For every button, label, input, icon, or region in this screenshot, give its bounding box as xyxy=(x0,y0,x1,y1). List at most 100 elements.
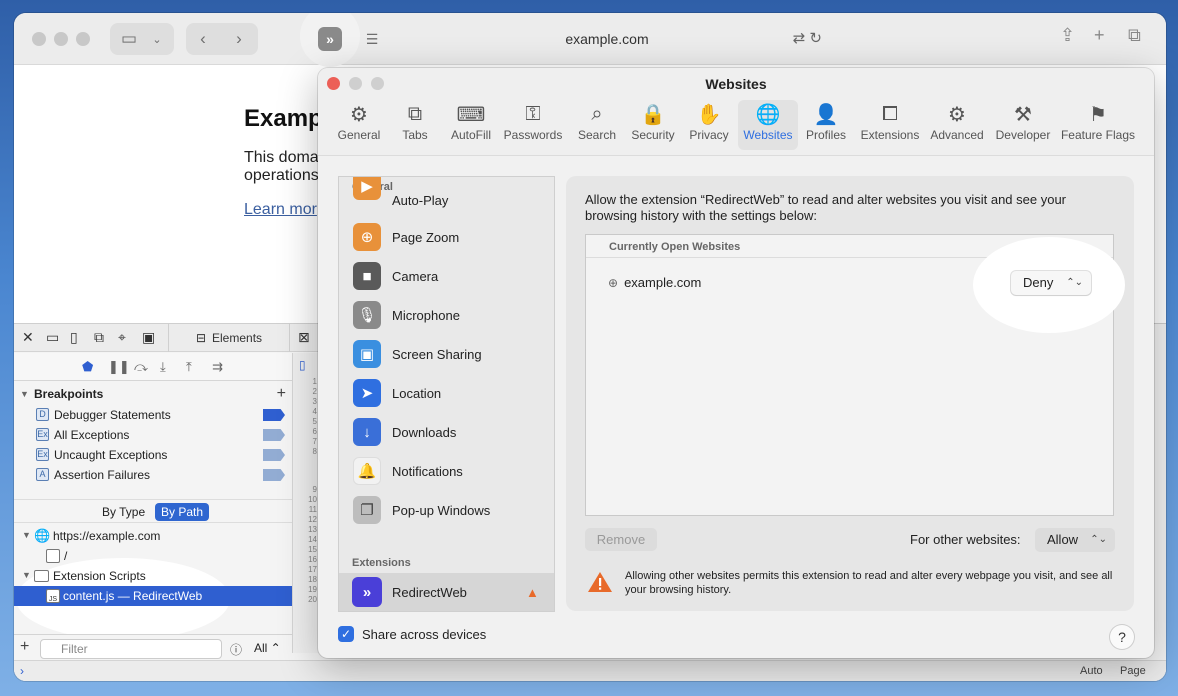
close-window-button[interactable] xyxy=(32,32,46,46)
step-icon[interactable]: ⇉ xyxy=(212,359,223,375)
add-icon[interactable]: + xyxy=(20,638,29,656)
zoom-window-button[interactable] xyxy=(76,32,90,46)
help-button[interactable]: ? xyxy=(1110,625,1134,649)
breakpoint-flag-icon[interactable] xyxy=(263,409,285,421)
html-file-icon xyxy=(46,549,60,563)
tree-item-extension-scripts[interactable]: ▼ Extension Scripts xyxy=(14,566,292,586)
add-breakpoint-icon[interactable]: + xyxy=(277,383,286,405)
list-item-camera[interactable]: ■ Camera xyxy=(339,257,554,296)
breakpoint-row[interactable]: Ex All Exceptions xyxy=(14,425,292,445)
breakpoint-row[interactable]: A Assertion Failures xyxy=(14,465,292,485)
sidebar-icon[interactable]: ▭ xyxy=(118,25,140,53)
tab-privacy[interactable]: ✋ Privacy xyxy=(686,100,732,150)
tab-search[interactable]: ⌕ Search xyxy=(574,100,620,150)
breakpoint-badge: Ex xyxy=(36,428,49,441)
settings-window: Websites ⚙ General ⧉ Tabs ⌨ AutoFill ⚿ Passw… xyxy=(318,68,1154,658)
chevron-down-icon[interactable]: ⌄ xyxy=(148,25,166,53)
tab-label: Advanced xyxy=(930,128,984,142)
tab-developer[interactable]: ⚒ Developer xyxy=(994,100,1052,150)
address-bar[interactable]: example.com ⇄ ↻ xyxy=(392,23,822,55)
tab-extensions[interactable]: ⧠ Extensions xyxy=(860,100,920,150)
debugger-controls: ⬟ ❚❚ ⤼ ⤓ ⤒ ⇉ xyxy=(14,353,292,381)
minimize-window-button[interactable] xyxy=(54,32,68,46)
breakpoint-row[interactable]: D Debugger Statements xyxy=(14,405,292,425)
popup-icon: ❐ xyxy=(353,496,381,524)
list-item-page-zoom[interactable]: ⊕ Page Zoom xyxy=(339,218,554,257)
list-item-notifications[interactable]: 🔔 Notifications xyxy=(339,452,554,491)
list-item-downloads[interactable]: ↓ Downloads xyxy=(339,413,554,452)
breakpoint-label: Assertion Failures xyxy=(54,468,151,482)
screen-sharing-icon: ▣ xyxy=(353,340,381,368)
list-item-label: Auto-Play xyxy=(392,193,449,208)
tab-websites[interactable]: 🌐 Websites xyxy=(738,100,798,150)
breakpoints-header[interactable]: ▼ Breakpoints + xyxy=(14,383,292,405)
tab-advanced[interactable]: ⚙ Advanced xyxy=(930,100,984,150)
tab-autofill[interactable]: ⌨ AutoFill xyxy=(446,100,496,150)
breakpoint-toggle-icon[interactable]: ⬟ xyxy=(82,359,93,375)
scope-select[interactable]: All ⌃ xyxy=(254,641,281,655)
step-into-icon[interactable]: ⤓ xyxy=(160,359,166,375)
step-out-icon[interactable]: ⤒ xyxy=(186,359,192,375)
breakpoint-flag-icon[interactable] xyxy=(263,429,285,441)
list-item-label: Camera xyxy=(392,269,439,284)
list-item-location[interactable]: ➤ Location xyxy=(339,374,554,413)
remove-button[interactable]: Remove xyxy=(585,528,657,551)
settings-title: Websites xyxy=(705,76,767,92)
tab-feature-flags[interactable]: ⚑ Feature Flags xyxy=(1060,100,1136,150)
detach-icon[interactable]: ⧉ xyxy=(94,329,104,346)
tab-passwords[interactable]: ⚿ Passwords xyxy=(502,100,564,150)
tab-tabs[interactable]: ⧉ Tabs xyxy=(394,100,436,150)
list-item-auto-play[interactable]: ▶ Auto-Play xyxy=(339,177,554,214)
dock-bottom-icon[interactable]: ▭ xyxy=(46,329,59,346)
tab-elements[interactable]: ⊟ Elements xyxy=(168,324,290,352)
new-tab-icon[interactable]: + xyxy=(1094,25,1105,46)
filter-input[interactable]: Filter xyxy=(40,639,222,659)
translate-icon[interactable]: ⇄ ↻ xyxy=(793,29,822,47)
redirectweb-extension-button[interactable]: » xyxy=(318,27,342,51)
filter-bar: + Filter ⓘ All ⌃ xyxy=(14,634,292,662)
console-icon[interactable]: ⊠ xyxy=(298,329,310,346)
tab-overview-icon[interactable]: ⧉ xyxy=(1128,25,1141,46)
tab-security[interactable]: 🔒 Security xyxy=(628,100,678,150)
forward-icon[interactable]: › xyxy=(228,25,250,53)
other-websites-select[interactable]: Allow ⌃⌄ xyxy=(1035,528,1115,552)
breakpoint-label: Debugger Statements xyxy=(54,408,171,422)
globe-icon: ⊕ xyxy=(608,275,619,290)
table-row[interactable]: ⊕ example.com xyxy=(608,275,701,290)
console-prompt-icon[interactable]: › xyxy=(20,664,24,678)
list-item-microphone[interactable]: 🎙 Microphone xyxy=(339,296,554,335)
breakpoint-flag-icon[interactable] xyxy=(263,469,285,481)
hand-icon: ✋ xyxy=(696,103,722,126)
navigator-icon[interactable]: ▯ xyxy=(293,353,320,377)
tab-general[interactable]: ⚙ General xyxy=(332,100,386,150)
info-icon[interactable]: ⓘ xyxy=(230,641,242,658)
bell-icon: 🔔 xyxy=(353,457,381,485)
crosshair-icon[interactable]: ⌖ xyxy=(118,329,126,346)
step-over-icon[interactable]: ⤼ xyxy=(134,359,148,375)
pause-icon[interactable]: ❚❚ xyxy=(108,359,130,375)
breakpoint-row[interactable]: Ex Uncaught Exceptions xyxy=(14,445,292,465)
reader-icon[interactable]: ☰ xyxy=(362,25,382,53)
share-icon[interactable]: ⇪ xyxy=(1060,25,1075,46)
share-checkbox[interactable]: ✓ xyxy=(338,626,354,642)
share-across-devices[interactable]: ✓ Share across devices xyxy=(338,626,486,642)
breakpoint-flag-icon[interactable] xyxy=(263,449,285,461)
back-icon[interactable]: ‹ xyxy=(192,25,214,53)
learn-more-link[interactable]: Learn mor xyxy=(244,201,324,219)
tools-icon: ⚒ xyxy=(1014,103,1032,126)
list-item-redirectweb[interactable]: » RedirectWeb ▲ xyxy=(339,573,554,611)
list-item-popup-windows[interactable]: ❐ Pop-up Windows xyxy=(339,491,554,530)
dock-side-icon[interactable]: ▯ xyxy=(70,329,78,346)
tree-item-origin[interactable]: ▼ 🌐 https://example.com xyxy=(14,526,292,546)
redirectweb-icon: » xyxy=(352,577,382,607)
list-item-label: Page Zoom xyxy=(392,230,460,245)
site-permission-select[interactable]: Deny ⌃⌄ xyxy=(1011,271,1091,295)
by-path-button[interactable]: By Path xyxy=(155,503,210,521)
close-icon[interactable]: ✕ xyxy=(22,329,34,346)
device-icon[interactable]: ▣ xyxy=(142,329,155,346)
list-item-screen-sharing[interactable]: ▣ Screen Sharing xyxy=(339,335,554,374)
tab-profiles[interactable]: 👤 Profiles xyxy=(804,100,848,150)
by-type-button[interactable]: By Type xyxy=(102,505,145,519)
tree-item-content-js[interactable]: JS content.js — RedirectWeb xyxy=(14,586,292,606)
tree-item-root[interactable]: / xyxy=(14,546,292,566)
